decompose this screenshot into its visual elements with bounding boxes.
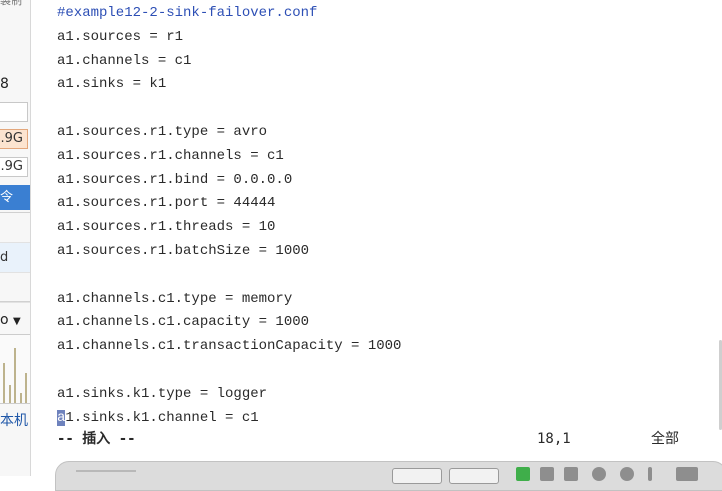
graph-bar [14, 348, 16, 403]
editor-mode: -- 插入 -- [57, 431, 136, 447]
graph-bar [3, 363, 5, 403]
code-line: a1.channels.c1.capacity = 1000 [57, 314, 310, 331]
cursor-line-text: 1.sinks.k1.channel = c1 [65, 409, 259, 426]
list-item[interactable]: d [0, 243, 30, 273]
download-icon[interactable] [648, 467, 652, 481]
graph-bar [20, 393, 22, 403]
code-line: a1.sources.r1.threads = 10 [57, 219, 276, 236]
code-line: a1.sources.r1.batchSize = 1000 [57, 242, 310, 259]
dropdown-label: o [0, 312, 9, 328]
bottom-toolbar [55, 461, 722, 491]
side-panel-list: d [0, 212, 30, 303]
size-value-secondary: .9G [0, 157, 28, 177]
selected-item[interactable]: 令 [0, 185, 30, 210]
toolbar-button[interactable] [392, 468, 442, 484]
code-line: a1.sources.r1.bind = 0.0.0.0 [57, 171, 293, 188]
command-input[interactable] [76, 470, 136, 472]
copy-icon[interactable] [540, 467, 554, 481]
list-item[interactable] [0, 213, 30, 243]
file-content: #example12-2-sink-failover.conf a1.source… [57, 2, 401, 430]
code-line: a1.sources.r1.type = avro [57, 123, 268, 140]
cursor-line: a1.sinks.k1.channel = c1 [57, 407, 401, 431]
toolbar-button[interactable] [449, 468, 499, 484]
code-line: a1.sinks.k1.type = logger [57, 385, 268, 402]
size-value-primary: .9G [0, 129, 28, 149]
comment-line: #example12-2-sink-failover.conf [57, 5, 318, 21]
caret-down-icon: ▼ [13, 316, 21, 327]
save-icon[interactable] [564, 467, 578, 481]
cursor-position: 18,1 [537, 431, 571, 447]
keyboard-icon[interactable] [676, 467, 698, 481]
search-icon[interactable] [592, 467, 606, 481]
list-item[interactable] [0, 273, 30, 303]
side-panel-count: 8 [0, 76, 9, 92]
scroll-scope: 全部 [651, 431, 679, 447]
local-machine-label[interactable]: 本机 [0, 410, 28, 430]
activity-graph [0, 334, 30, 404]
code-line: a1.sources.r1.channels = c1 [57, 147, 284, 164]
gear-icon[interactable] [620, 467, 634, 481]
graph-bar [25, 373, 27, 403]
graph-bar [9, 385, 11, 403]
side-panel: 製制 8 .9G .9G 令 d o ▼ 本机 [0, 0, 31, 476]
code-line: a1.channels.c1.transactionCapacity = 100… [57, 338, 402, 355]
side-panel-input[interactable] [0, 102, 28, 122]
code-line: a1.sinks = k1 [57, 76, 167, 93]
code-line: a1.sources = r1 [57, 28, 184, 45]
run-icon[interactable] [516, 467, 530, 481]
side-panel-dropdown[interactable]: o ▼ [0, 312, 21, 328]
terminal-editor[interactable]: #example12-2-sink-failover.conf a1.source… [38, 0, 722, 460]
vim-status-line: -- 插入 -- 18,1 全部 [57, 428, 717, 450]
code-line: a1.sources.r1.port = 44444 [57, 195, 276, 212]
code-line: a1.channels = c1 [57, 52, 192, 69]
side-panel-top-text: 製制 [0, 0, 22, 7]
code-line: a1.channels.c1.type = memory [57, 290, 293, 307]
